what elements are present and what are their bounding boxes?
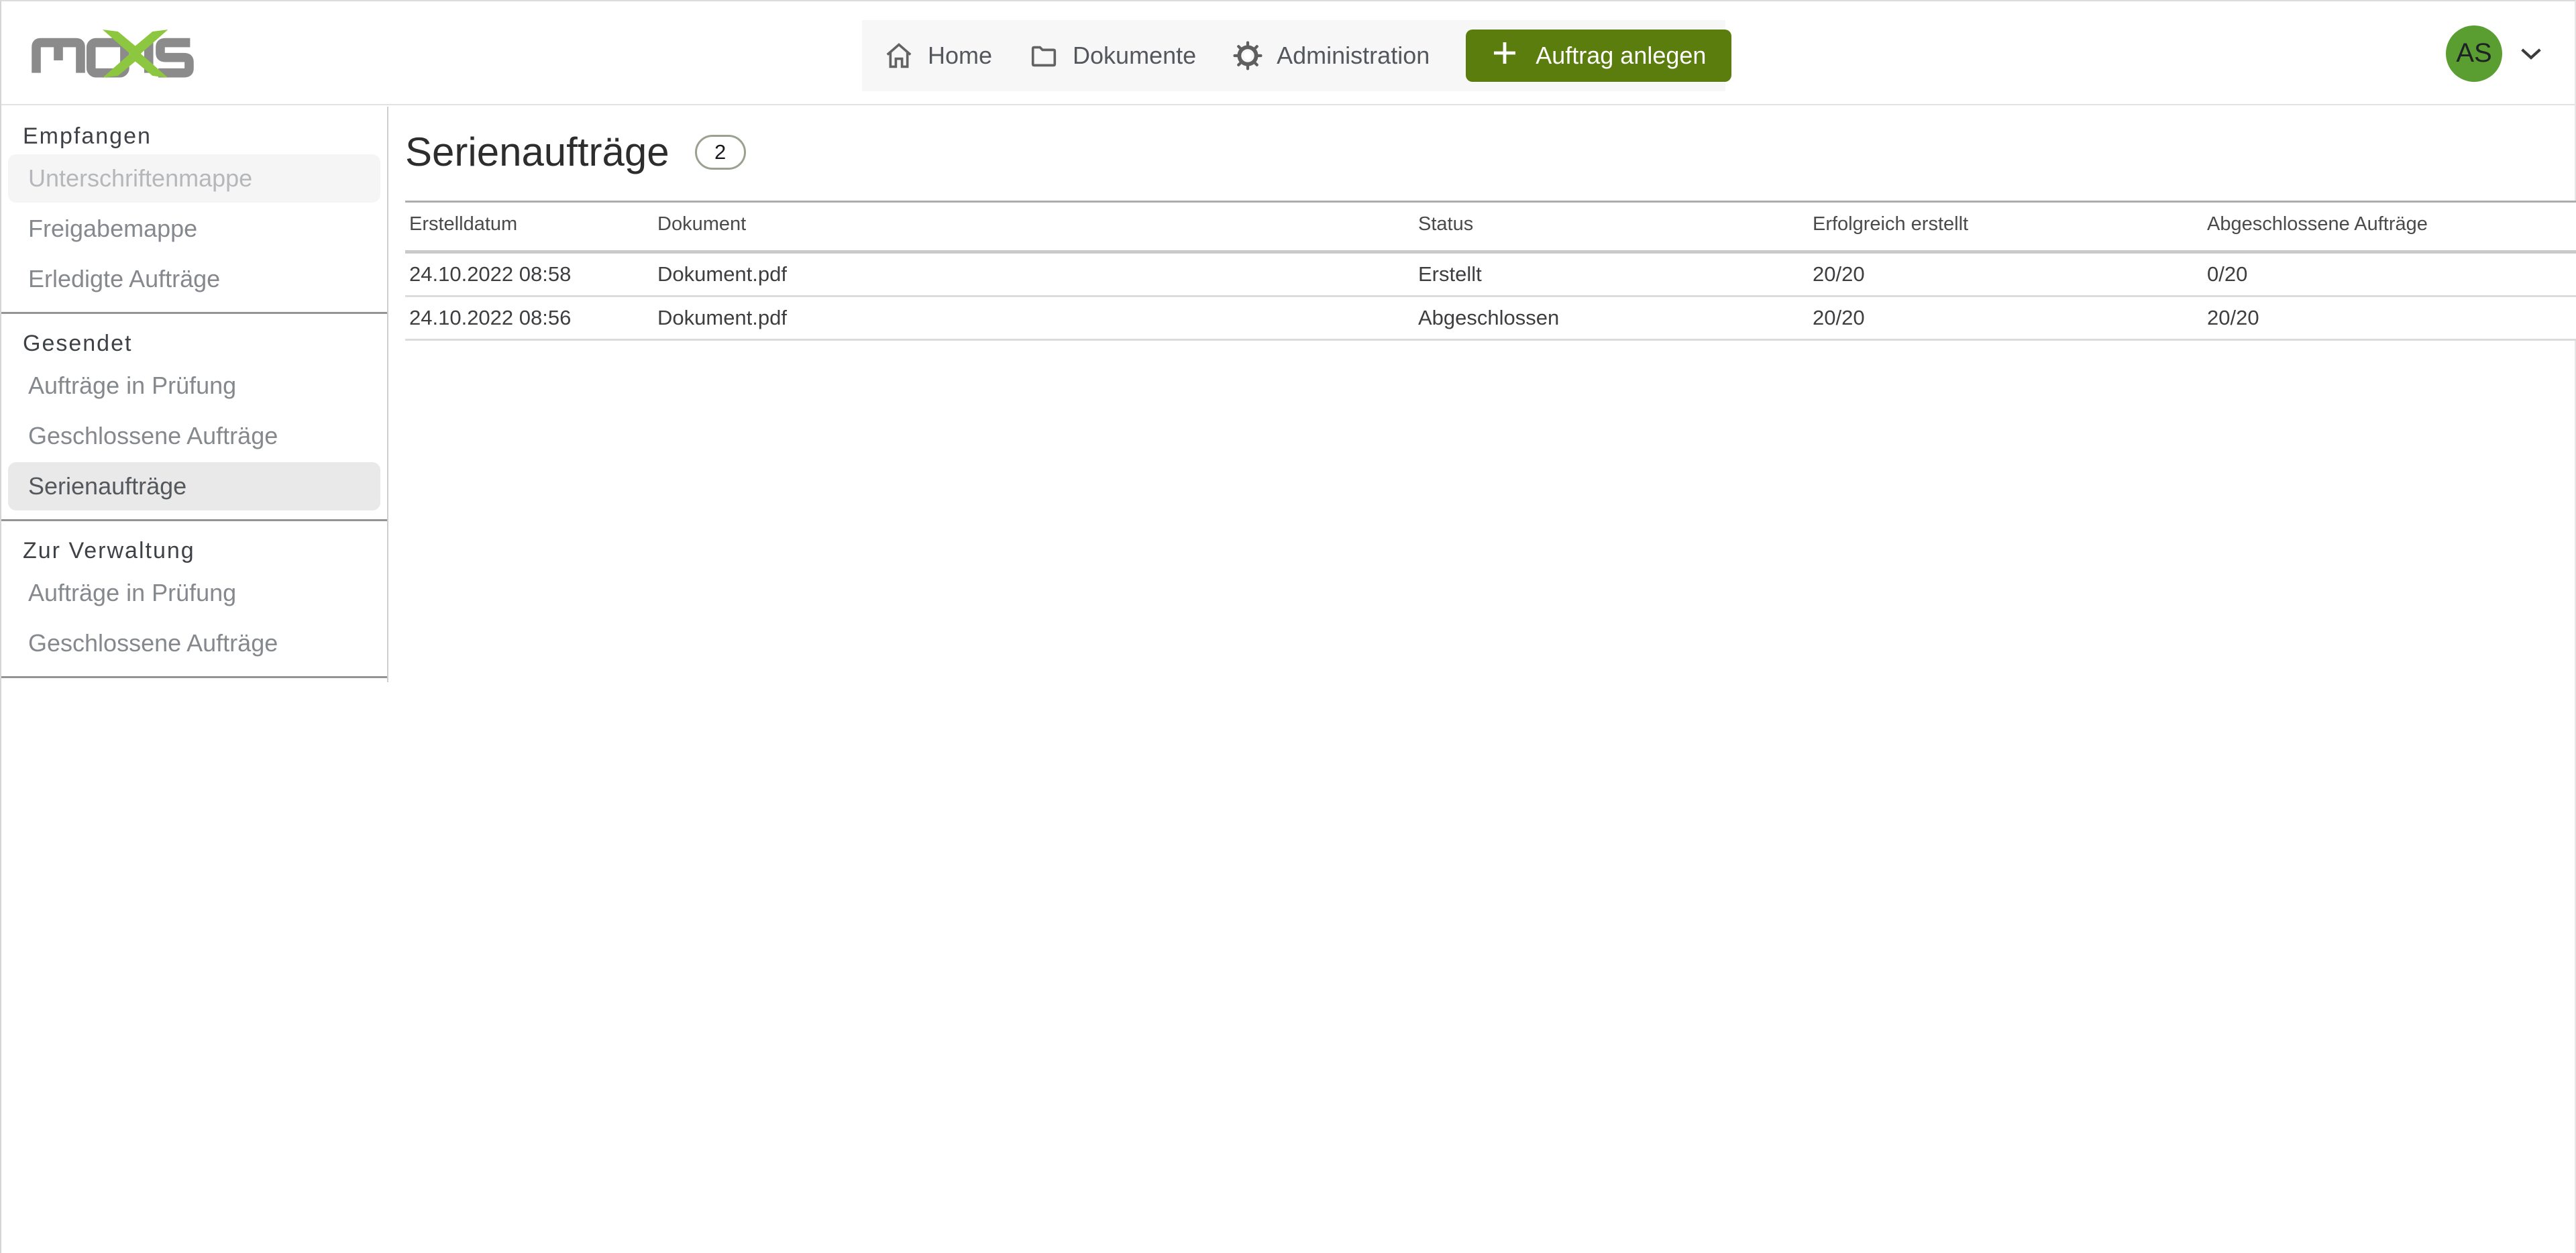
sidebar-item-erledigte-auftraege[interactable]: Erledigte Aufträge: [8, 255, 380, 303]
table-row[interactable]: 24.10.2022 08:58 Dokument.pdf Erstellt 2…: [405, 252, 2576, 296]
app-window: Home Dokumente: [0, 0, 2576, 1253]
cell-status: Erstellt: [1414, 252, 1809, 296]
sidebar-item-freigabemappe[interactable]: Freigabemappe: [8, 205, 380, 253]
sidebar-item-auftraege-in-pruefung-verwaltung[interactable]: Aufträge in Prüfung: [8, 569, 380, 617]
sidebar-item-unterschriftenmappe[interactable]: Unterschriftenmappe: [8, 154, 380, 203]
sidebar-heading-gesendet: Gesendet: [1, 330, 387, 360]
sidebar-heading-empfangen: Empfangen: [1, 123, 387, 152]
cell-erfolgreich-erstellt: 20/20: [1809, 252, 2203, 296]
nav-item-label: Dokumente: [1073, 42, 1196, 70]
sidebar-heading-zur-verwaltung: Zur Verwaltung: [1, 537, 387, 567]
cell-erstelldatum: 24.10.2022 08:58: [405, 252, 653, 296]
create-order-button-label: Auftrag anlegen: [1536, 42, 1706, 70]
avatar[interactable]: AS: [2446, 25, 2502, 82]
cell-status: Abgeschlossen: [1414, 296, 1809, 340]
serial-orders-table: Erstelldatum Dokument Status Erfolgreich…: [405, 201, 2576, 341]
table-row[interactable]: 24.10.2022 08:56 Dokument.pdf Abgeschlos…: [405, 296, 2576, 340]
title-row: Serienaufträge 2: [405, 131, 2573, 174]
sidebar-item-geschlossene-auftraege-verwaltung[interactable]: Geschlossene Aufträge: [8, 619, 380, 667]
sidebar-item-auftraege-in-pruefung-gesendet[interactable]: Aufträge in Prüfung: [8, 362, 380, 410]
column-header-erstelldatum: Erstelldatum: [405, 202, 653, 252]
cell-abgeschlossene-auftraege: 0/20: [2203, 252, 2576, 296]
sidebar: Empfangen Unterschriftenmappe Freigabema…: [1, 107, 388, 682]
avatar-initials: AS: [2456, 38, 2491, 68]
page-title: Serienaufträge: [405, 131, 669, 174]
nav-item-dokumente[interactable]: Dokumente: [1028, 40, 1196, 71]
table-header-row: Erstelldatum Dokument Status Erfolgreich…: [405, 202, 2576, 252]
count-badge: 2: [695, 135, 746, 170]
cell-dokument: Dokument.pdf: [653, 252, 1414, 296]
main-content: Serienaufträge 2 Erstelldatum Dokument S…: [390, 107, 2573, 341]
chevron-down-icon[interactable]: [2520, 46, 2542, 61]
cell-erstelldatum: 24.10.2022 08:56: [405, 296, 653, 340]
column-header-abgeschlossene-auftraege: Abgeschlossene Aufträge: [2203, 202, 2576, 252]
user-menu: AS: [2446, 1, 2542, 105]
nav-item-home[interactable]: Home: [883, 40, 992, 71]
column-header-dokument: Dokument: [653, 202, 1414, 252]
cell-abgeschlossene-auftraege: 20/20: [2203, 296, 2576, 340]
home-icon: [883, 40, 914, 71]
cell-dokument: Dokument.pdf: [653, 296, 1414, 340]
nav-item-label: Administration: [1277, 42, 1430, 70]
logo-letter-s: [158, 43, 190, 73]
top-header: Home Dokumente: [1, 1, 2575, 105]
column-header-erfolgreich-erstellt: Erfolgreich erstellt: [1809, 202, 2203, 252]
cell-erfolgreich-erstellt: 20/20: [1809, 296, 2203, 340]
sidebar-item-serienauftraege[interactable]: Serienaufträge: [8, 462, 380, 510]
plus-icon: [1491, 40, 1518, 72]
main-nav: Home Dokumente: [862, 20, 1725, 91]
nav-item-label: Home: [928, 42, 992, 70]
column-header-status: Status: [1414, 202, 1809, 252]
sidebar-section-gesendet: Gesendet Aufträge in Prüfung Geschlossen…: [1, 314, 387, 521]
create-order-button[interactable]: Auftrag anlegen: [1466, 30, 1731, 82]
folder-icon: [1028, 40, 1059, 71]
sidebar-section-empfangen: Empfangen Unterschriftenmappe Freigabema…: [1, 107, 387, 314]
gear-icon: [1232, 40, 1263, 71]
sidebar-section-zur-verwaltung: Zur Verwaltung Aufträge in Prüfung Gesch…: [1, 521, 387, 678]
sidebar-item-geschlossene-auftraege-gesendet[interactable]: Geschlossene Aufträge: [8, 412, 380, 460]
moxis-logo[interactable]: [30, 28, 203, 79]
logo-letter-m: [36, 43, 80, 73]
nav-item-administration[interactable]: Administration: [1232, 40, 1430, 71]
